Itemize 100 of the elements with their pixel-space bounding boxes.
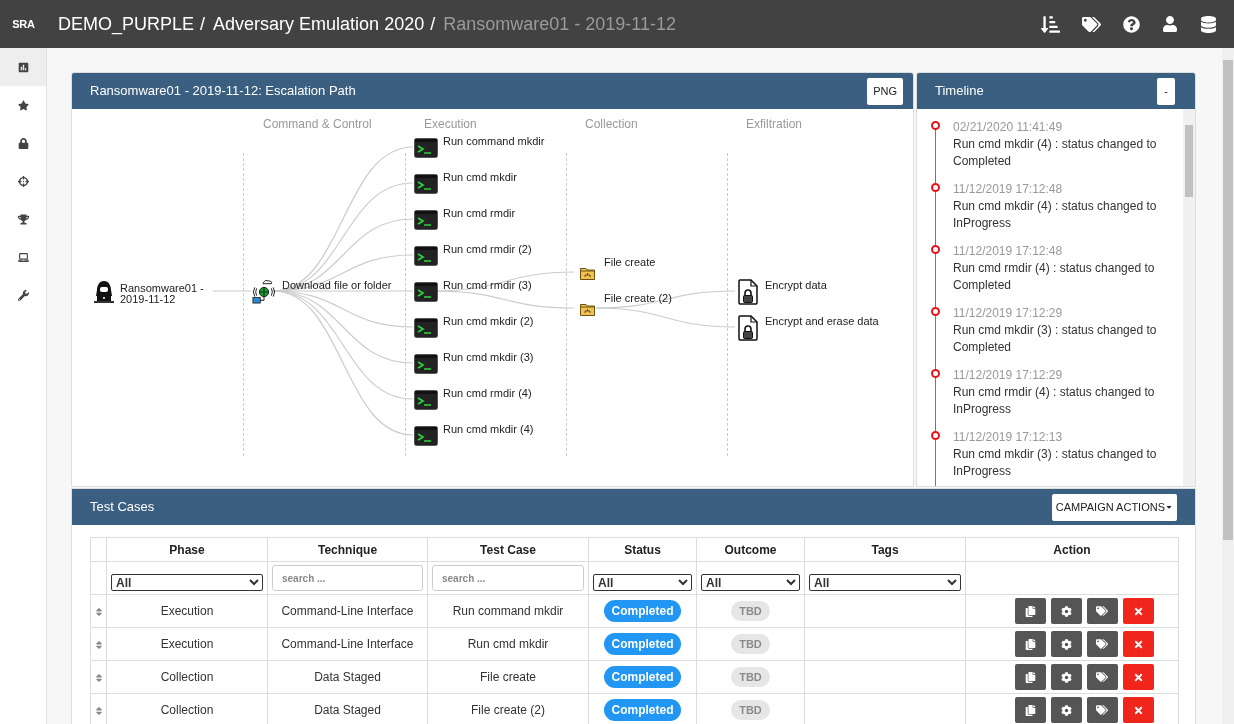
- locked-file-icon: [738, 315, 758, 341]
- delete-button[interactable]: [1122, 697, 1154, 723]
- node-label: File create: [604, 257, 656, 268]
- database-icon[interactable]: [1200, 15, 1217, 33]
- close-icon: [1132, 605, 1144, 617]
- tags-button[interactable]: [1086, 631, 1118, 657]
- drag-handle-icon[interactable]: [93, 705, 104, 716]
- terminal-icon: [414, 210, 438, 230]
- column-header: Phase: [106, 537, 268, 562]
- search-field[interactable]: search ...: [272, 565, 423, 591]
- breadcrumb-separator: /: [430, 12, 436, 36]
- sort-icon[interactable]: [1041, 14, 1060, 34]
- settings-icon: [1060, 671, 1072, 683]
- help-icon[interactable]: [1123, 15, 1140, 33]
- status-badge: Completed: [604, 633, 681, 655]
- page-scrollbar[interactable]: [1222, 48, 1234, 724]
- copy-button[interactable]: [1014, 664, 1046, 690]
- node-label: Run command mkdir: [443, 136, 545, 147]
- crosshairs-icon: [17, 175, 29, 187]
- settings-button[interactable]: [1050, 664, 1082, 690]
- folder-icon: [579, 302, 595, 316]
- timeline-text: Run cmd mkdir (3) : status changed to Completed: [953, 322, 1158, 356]
- outcome-badge: TBD: [731, 666, 770, 688]
- table-cell: Run cmd mkdir: [427, 627, 589, 661]
- tags-icon[interactable]: [1082, 14, 1101, 34]
- timeline-time: 11/12/2019 17:12:13: [953, 429, 1064, 446]
- drag-handle-icon[interactable]: [93, 606, 104, 617]
- filter-select[interactable]: All: [701, 574, 800, 591]
- status-badge: Completed: [604, 666, 681, 688]
- node-label: Run cmd rmdir (4): [443, 388, 532, 399]
- timeline-time: 02/21/2020 11:41:49: [953, 119, 1064, 136]
- column-header: Outcome: [696, 537, 805, 562]
- delete-button[interactable]: [1122, 631, 1154, 657]
- settings-icon: [1060, 638, 1072, 650]
- drag-handle-icon[interactable]: [93, 672, 104, 683]
- tags-button[interactable]: [1086, 598, 1118, 624]
- copy-icon: [1024, 638, 1036, 650]
- logo[interactable]: SRA: [0, 15, 47, 33]
- node-label: Ransomware01 - 2019-11-12: [120, 283, 205, 305]
- node-label: Run cmd mkdir (4): [443, 424, 534, 435]
- table-cell: Execution: [106, 594, 268, 628]
- column-header: Action: [965, 537, 1179, 562]
- panel-title: Test Cases: [90, 498, 155, 517]
- drag-handle-icon[interactable]: [93, 639, 104, 650]
- campaign-actions-button[interactable]: CAMPAIGN ACTIONS: [1051, 493, 1177, 521]
- laptop-icon: [17, 251, 29, 263]
- tags-button[interactable]: [1086, 664, 1118, 690]
- node-label: Run cmd mkdir (2): [443, 316, 534, 327]
- phase-heading: Command & Control: [263, 116, 372, 133]
- timeline-text: Run cmd rmdir (4) : status changed to InProgress: [953, 384, 1156, 418]
- png-button[interactable]: PNG: [867, 77, 903, 105]
- collapse-button[interactable]: -: [1157, 77, 1175, 105]
- table-cell: Execution: [106, 627, 268, 661]
- delete-button[interactable]: [1122, 598, 1154, 624]
- settings-button[interactable]: [1050, 598, 1082, 624]
- scrollbar[interactable]: [1183, 109, 1195, 486]
- outcome-badge: TBD: [731, 600, 770, 622]
- search-field[interactable]: search ...: [432, 565, 584, 591]
- delete-button[interactable]: [1122, 664, 1154, 690]
- terminal-icon: [414, 390, 438, 410]
- copy-icon: [1024, 671, 1036, 683]
- terminal-icon: [414, 426, 438, 446]
- breadcrumb-link[interactable]: DEMO_PURPLE: [58, 10, 195, 38]
- terminal-icon: [414, 246, 438, 266]
- status-badge: Completed: [604, 699, 681, 721]
- settings-button[interactable]: [1050, 631, 1082, 657]
- wrench-icon: [17, 289, 29, 301]
- column-header: Technique: [267, 537, 428, 562]
- caret-icon: [1165, 503, 1173, 511]
- close-icon: [1132, 671, 1144, 683]
- outcome-badge: TBD: [731, 699, 770, 721]
- filter-select[interactable]: All: [593, 574, 692, 591]
- filter-select[interactable]: All: [111, 574, 263, 591]
- column-header: Tags: [804, 537, 966, 562]
- filter-select[interactable]: All: [809, 574, 961, 591]
- copy-button[interactable]: [1014, 631, 1046, 657]
- column-header: Test Case: [427, 537, 589, 562]
- copy-button[interactable]: [1014, 598, 1046, 624]
- sidebar-item[interactable]: [0, 48, 46, 86]
- table-cell: Collection: [106, 660, 268, 694]
- terminal-icon: [414, 138, 438, 158]
- panel-title: Timeline: [935, 82, 984, 101]
- settings-button[interactable]: [1050, 697, 1082, 723]
- tags-button[interactable]: [1086, 697, 1118, 723]
- node-label: Download file or folder: [282, 280, 392, 291]
- status-badge: Completed: [604, 600, 681, 622]
- timeline-time: 11/12/2019 17:12:29: [953, 305, 1064, 322]
- lock-icon: [17, 137, 29, 149]
- phase-heading: Collection: [585, 116, 638, 133]
- node-label: File create (2): [604, 293, 672, 304]
- timeline-text: Run cmd mkdir (4) : status changed to Completed: [953, 136, 1158, 170]
- phase-heading: Execution: [424, 116, 477, 133]
- timeline-time: 11/12/2019 17:12:48: [953, 181, 1064, 198]
- user-icon[interactable]: [1162, 16, 1178, 32]
- breadcrumb-link[interactable]: Adversary Emulation 2020: [213, 10, 425, 38]
- phase-heading: Exfiltration: [746, 116, 803, 133]
- copy-button[interactable]: [1014, 697, 1046, 723]
- tags-icon: [1096, 605, 1108, 617]
- terminal-icon: [414, 318, 438, 338]
- timeline-text: Run cmd rmdir (4) : status changed to Completed: [953, 260, 1156, 294]
